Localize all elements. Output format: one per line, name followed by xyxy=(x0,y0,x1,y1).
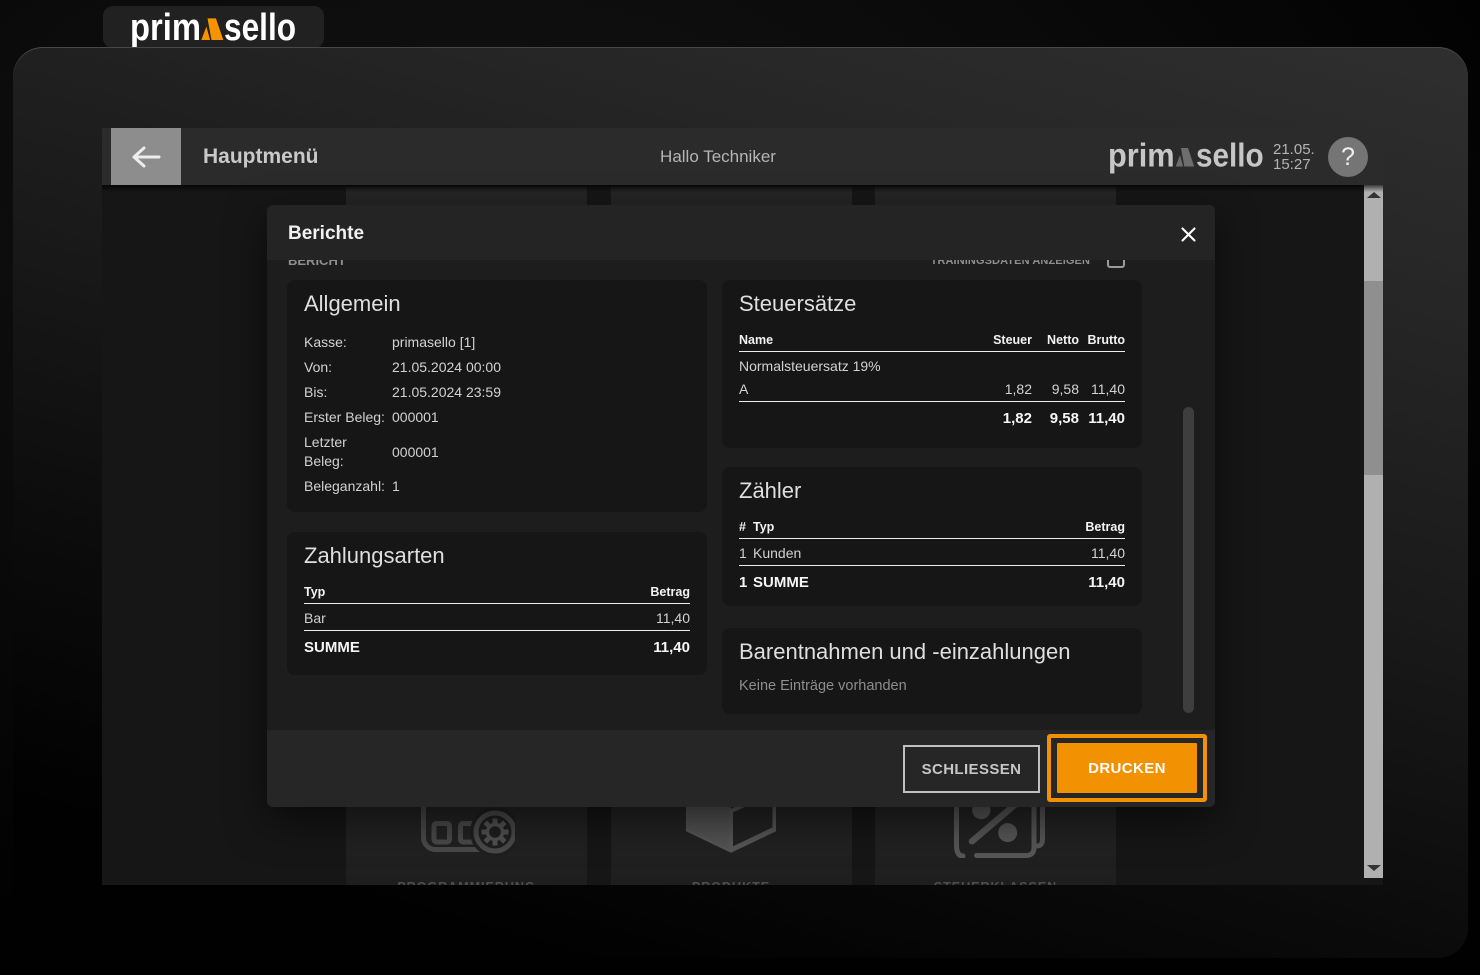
svg-text:sello: sello xyxy=(1196,137,1264,174)
svg-text:sello: sello xyxy=(224,6,296,48)
svg-text:prim: prim xyxy=(130,7,201,48)
svg-text:prim: prim xyxy=(1108,137,1175,174)
